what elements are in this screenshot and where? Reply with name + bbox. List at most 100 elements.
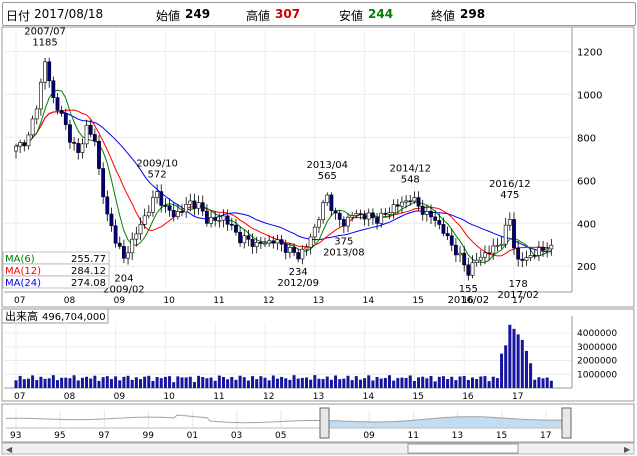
price-y-tick: 1200	[577, 47, 602, 58]
volume-bar	[383, 377, 387, 388]
svg-text:178: 178	[509, 279, 528, 290]
volume-bar	[508, 324, 512, 388]
navigator-x-tick: 09	[363, 431, 375, 441]
navigator-x-tick: 95	[54, 431, 65, 441]
volume-bar	[226, 379, 230, 388]
svg-text:155: 155	[459, 284, 478, 295]
volume-bar	[541, 378, 545, 388]
volume-x-tick: 12	[263, 392, 274, 402]
volume-bar	[400, 377, 404, 388]
volume-bar	[309, 379, 313, 388]
ma-legend-item: MA(12) 284.12	[2, 263, 110, 277]
ma-legend-item: MA(6) 255.77	[2, 251, 110, 265]
volume-bar	[454, 380, 458, 388]
volume-bar	[350, 380, 354, 388]
volume-bar	[93, 375, 97, 388]
volume-bar	[114, 376, 118, 388]
scrollbar-thumb[interactable]	[407, 443, 519, 454]
volume-bar	[450, 376, 454, 388]
volume-bar	[358, 379, 362, 388]
volume-bar	[433, 381, 437, 388]
volume-bar	[130, 379, 134, 388]
volume-bar	[159, 378, 163, 388]
volume-bar	[346, 375, 350, 388]
volume-y-tick: 4000000	[577, 329, 617, 339]
price-x-tick: 09	[114, 296, 126, 306]
volume-bar	[334, 375, 338, 388]
volume-bar	[188, 376, 192, 388]
volume-bar	[313, 375, 317, 388]
navigator-x-tick: 13	[452, 431, 463, 441]
volume-bar	[417, 377, 421, 388]
volume-bar	[280, 376, 284, 388]
navigator-x-tick: 93	[10, 431, 21, 441]
volume-bar	[31, 375, 35, 388]
volume-bar	[122, 376, 126, 388]
volume-bar	[284, 378, 288, 388]
navigator-x-tick: 03	[231, 431, 242, 441]
volume-bar	[404, 377, 408, 388]
volume-bar	[504, 345, 508, 388]
volume-bar	[342, 378, 346, 388]
volume-x-tick: 07	[14, 392, 25, 402]
scroll-right-arrow-icon[interactable]: ▶	[624, 445, 631, 454]
svg-text:1185: 1185	[32, 38, 57, 49]
volume-x-tick: 13	[313, 392, 324, 402]
ma-legend: MA(6) 255.77 MA(12) 284.12 MA(24) 274.08	[2, 251, 110, 289]
volume-bar	[263, 377, 267, 388]
volume-bar	[329, 379, 333, 388]
svg-text:475: 475	[500, 190, 519, 201]
svg-text:255.77: 255.77	[71, 254, 106, 265]
volume-x-tick: 15	[412, 392, 423, 402]
volume-bar	[354, 376, 358, 388]
volume-bar	[396, 378, 400, 388]
volume-bar	[172, 382, 176, 388]
svg-text:2009/02: 2009/02	[103, 284, 145, 295]
volume-bar	[255, 379, 259, 388]
volume-bar	[321, 379, 325, 388]
volume-bar	[524, 350, 528, 388]
volume-bar	[529, 363, 533, 388]
volume-bar	[379, 378, 383, 388]
svg-text:MA(6): MA(6)	[5, 254, 35, 265]
ma-legend-item: MA(24) 274.08	[2, 275, 110, 289]
volume-value: 496,704,000	[42, 312, 106, 323]
volume-y-tick: 2000000	[577, 357, 617, 367]
volume-bar	[22, 379, 26, 388]
volume-bar	[549, 380, 553, 388]
volume-bar	[234, 379, 238, 388]
volume-bar	[205, 378, 209, 388]
price-y-tick: 400	[577, 219, 596, 230]
price-x-tick: 10	[163, 296, 175, 306]
volume-bar	[471, 377, 474, 388]
navigator-left-handle[interactable]	[319, 407, 330, 439]
volume-bar	[143, 376, 147, 388]
navigator-x-tick: 05	[275, 431, 286, 441]
navigator-right-handle[interactable]	[561, 407, 572, 439]
candle	[30, 115, 35, 139]
volume-bar	[425, 378, 429, 388]
svg-text:2013/04: 2013/04	[306, 160, 348, 171]
scroll-left-arrow-icon[interactable]: ◀	[6, 445, 13, 454]
volume-bar	[72, 375, 76, 388]
svg-text:2016/12: 2016/12	[489, 179, 531, 190]
volume-bar	[251, 376, 255, 388]
volume-bar	[412, 380, 416, 388]
scrollbar-track[interactable]	[1, 442, 635, 455]
volume-bar	[101, 377, 105, 388]
volume-bar	[80, 377, 84, 388]
price-x-tick: 08	[64, 296, 76, 306]
volume-bar	[429, 375, 433, 388]
navigator-x-tick: 99	[143, 431, 155, 441]
svg-text:572: 572	[148, 169, 167, 180]
volume-bar	[176, 376, 180, 388]
volume-bar	[197, 375, 201, 388]
volume-bar	[408, 375, 412, 388]
volume-bar	[89, 378, 93, 388]
volume-bar	[26, 378, 30, 388]
volume-bar	[109, 379, 113, 388]
svg-text:2007/07: 2007/07	[24, 27, 66, 38]
volume-bar	[462, 375, 466, 388]
volume-bar	[300, 377, 304, 388]
volume-bar	[512, 328, 516, 388]
